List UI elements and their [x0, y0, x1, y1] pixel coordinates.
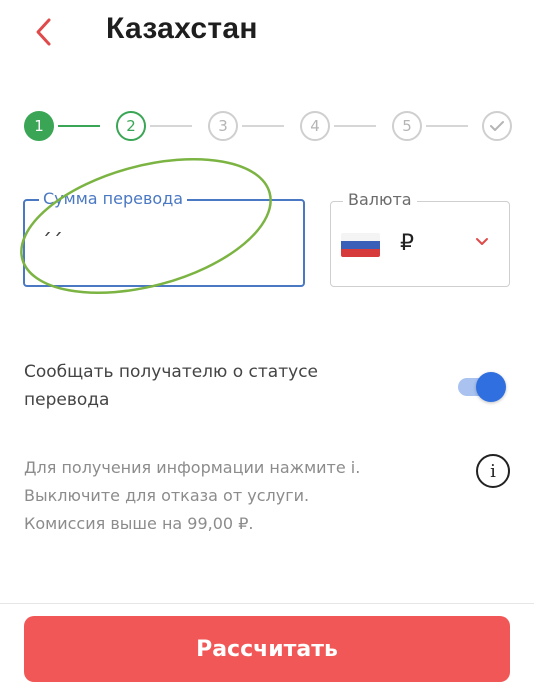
- step-5: 5: [392, 111, 422, 141]
- info-text: Для получения информации нажмите i. Выкл…: [24, 454, 444, 538]
- step-connector: [426, 125, 468, 127]
- info-icon[interactable]: i: [476, 454, 510, 488]
- step-connector: [242, 125, 284, 127]
- step-connector: [334, 125, 376, 127]
- step-3: 3: [208, 111, 238, 141]
- info-line: Для получения информации нажмите i.: [24, 458, 361, 477]
- step-final: [482, 111, 512, 141]
- transfer-screen: Казахстан 1 2 3 4 5 Сумма перевода Валют…: [0, 0, 534, 690]
- info-line: Выключите для отказа от услуги.: [24, 486, 310, 505]
- step-4: 4: [300, 111, 330, 141]
- page-title: Казахстан: [106, 12, 258, 45]
- check-icon: [490, 121, 504, 131]
- notify-toggle[interactable]: [458, 372, 506, 402]
- amount-input[interactable]: [41, 225, 291, 261]
- russia-flag-icon: [341, 233, 380, 257]
- info-line: Комиссия выше на 99,00 ₽.: [24, 514, 254, 533]
- calculate-button[interactable]: Рассчитать: [24, 616, 510, 682]
- toggle-knob: [476, 372, 506, 402]
- step-connector: [150, 125, 192, 127]
- step-connector: [58, 125, 100, 127]
- notify-label: Сообщать получателю о статусе перевода: [24, 362, 318, 410]
- amount-label: Сумма перевода: [39, 189, 188, 208]
- chevron-left-icon: [36, 18, 51, 46]
- chevron-down-icon: [476, 238, 488, 245]
- back-button[interactable]: [24, 12, 64, 52]
- currency-label: Валюта: [343, 190, 417, 209]
- currency-select[interactable]: Валюта ₽: [330, 190, 510, 287]
- step-1: 1: [24, 111, 54, 141]
- progress-stepper: 1 2 3 4 5: [24, 111, 512, 141]
- divider: [0, 603, 534, 604]
- amount-field: Сумма перевода: [23, 189, 305, 287]
- currency-value: ₽: [400, 231, 414, 256]
- step-2: 2: [116, 111, 146, 141]
